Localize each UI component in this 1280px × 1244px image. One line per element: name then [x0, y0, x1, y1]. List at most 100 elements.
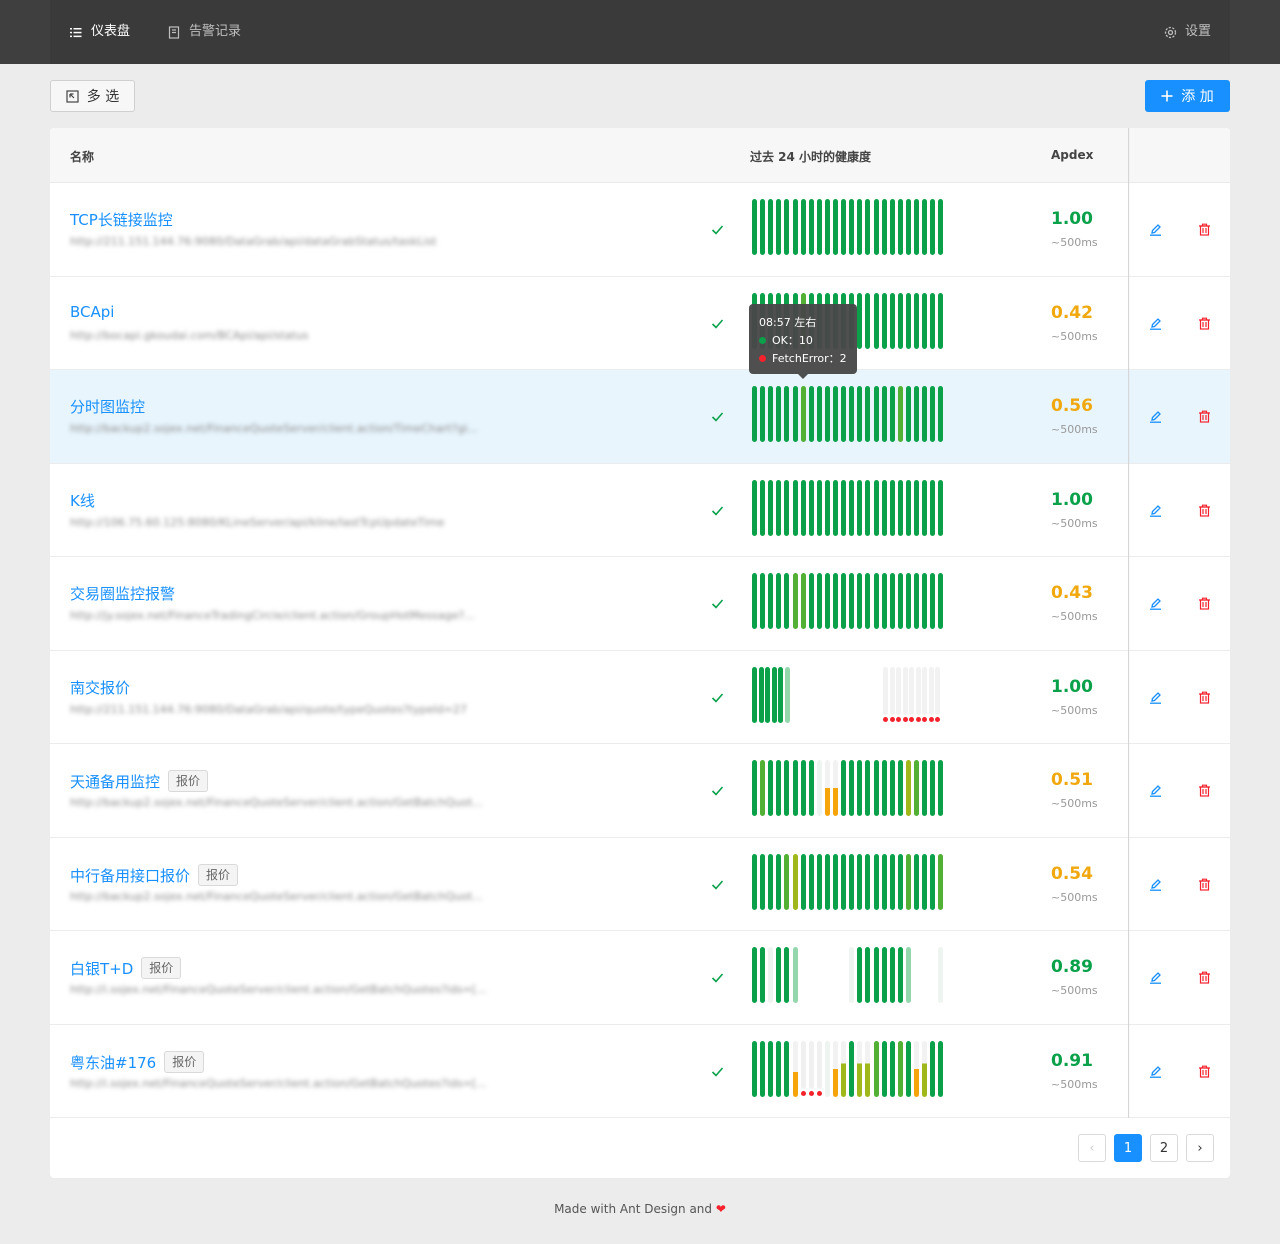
- health-bar[interactable]: [833, 386, 838, 442]
- health-bar[interactable]: [849, 760, 854, 816]
- delete-icon[interactable]: [1198, 878, 1211, 891]
- health-bar[interactable]: [857, 480, 862, 536]
- health-bar[interactable]: [776, 760, 781, 816]
- health-bar[interactable]: [768, 573, 773, 629]
- health-bar[interactable]: [922, 293, 927, 349]
- health-bar[interactable]: [784, 1041, 789, 1097]
- health-bar[interactable]: [849, 1041, 854, 1097]
- health-bar[interactable]: [817, 1041, 822, 1089]
- health-bar[interactable]: [833, 573, 838, 629]
- health-bar[interactable]: [906, 760, 911, 816]
- monitor-name-link[interactable]: TCP长链接监控: [70, 209, 173, 230]
- health-bar[interactable]: [865, 760, 870, 816]
- health-bar[interactable]: [874, 480, 879, 536]
- health-bar[interactable]: [768, 480, 773, 536]
- health-bar[interactable]: [833, 760, 838, 816]
- health-bar[interactable]: [906, 573, 911, 629]
- health-bar[interactable]: [890, 854, 895, 910]
- monitor-name-link[interactable]: K线: [70, 490, 95, 511]
- multi-select-button[interactable]: 多 选: [50, 80, 135, 112]
- health-bar[interactable]: [752, 386, 757, 442]
- health-bar[interactable]: [906, 947, 911, 1003]
- health-bar[interactable]: [801, 854, 806, 910]
- health-bar[interactable]: [898, 760, 903, 816]
- health-bar[interactable]: [765, 667, 770, 723]
- health-bar[interactable]: [882, 293, 887, 349]
- health-bar[interactable]: [883, 667, 888, 715]
- health-bar[interactable]: [922, 573, 927, 629]
- health-bar[interactable]: [857, 947, 862, 1003]
- health-bar[interactable]: [898, 293, 903, 349]
- delete-icon[interactable]: [1198, 223, 1211, 236]
- edit-icon[interactable]: [1149, 691, 1162, 704]
- health-bar[interactable]: [776, 573, 781, 629]
- health-bar[interactable]: [784, 480, 789, 536]
- health-bar[interactable]: [793, 854, 798, 910]
- health-bar[interactable]: [760, 854, 765, 910]
- health-bar[interactable]: [768, 386, 773, 442]
- health-bar[interactable]: [817, 386, 822, 442]
- health-bar[interactable]: [930, 854, 935, 910]
- health-bar[interactable]: [817, 854, 822, 910]
- health-bar[interactable]: [874, 293, 879, 349]
- health-bar[interactable]: [776, 1041, 781, 1097]
- delete-icon[interactable]: [1198, 504, 1211, 517]
- edit-icon[interactable]: [1149, 317, 1162, 330]
- health-bar[interactable]: [784, 854, 789, 910]
- health-bar[interactable]: [930, 760, 935, 816]
- health-bar[interactable]: [874, 199, 879, 255]
- health-bar[interactable]: [849, 573, 854, 629]
- health-bar[interactable]: [776, 386, 781, 442]
- health-bar[interactable]: [914, 293, 919, 349]
- health-bar[interactable]: [857, 293, 862, 349]
- health-bar[interactable]: [882, 573, 887, 629]
- health-bar[interactable]: [938, 199, 943, 255]
- health-bar[interactable]: [752, 667, 757, 723]
- health-bar[interactable]: [930, 293, 935, 349]
- health-bar[interactable]: [825, 760, 830, 816]
- nav-dashboard[interactable]: 仪表盘: [70, 0, 130, 64]
- health-bar[interactable]: [865, 854, 870, 910]
- health-bar[interactable]: [801, 386, 806, 442]
- health-bar[interactable]: [784, 386, 789, 442]
- health-bar[interactable]: [809, 760, 814, 816]
- health-bar[interactable]: [752, 854, 757, 910]
- health-bar[interactable]: [898, 947, 903, 1003]
- health-bar[interactable]: [801, 199, 806, 255]
- health-bar[interactable]: [914, 386, 919, 442]
- health-bar[interactable]: [778, 667, 783, 723]
- health-bar[interactable]: [857, 1041, 862, 1097]
- pagination-page-1[interactable]: 1: [1114, 1134, 1142, 1162]
- health-bar[interactable]: [801, 480, 806, 536]
- health-bar[interactable]: [801, 1041, 806, 1089]
- pagination-page-2[interactable]: 2: [1150, 1134, 1178, 1162]
- health-bar[interactable]: [760, 1041, 765, 1097]
- health-bar[interactable]: [776, 947, 781, 1003]
- health-bar[interactable]: [752, 760, 757, 816]
- nav-settings[interactable]: 设置: [1164, 0, 1211, 64]
- delete-icon[interactable]: [1198, 410, 1211, 423]
- health-bar[interactable]: [914, 573, 919, 629]
- health-bar[interactable]: [930, 386, 935, 442]
- health-bar[interactable]: [793, 386, 798, 442]
- edit-icon[interactable]: [1149, 504, 1162, 517]
- health-bar[interactable]: [906, 293, 911, 349]
- health-bar[interactable]: [793, 480, 798, 536]
- health-bar[interactable]: [874, 760, 879, 816]
- health-bar[interactable]: [768, 947, 773, 1003]
- health-bar[interactable]: [768, 854, 773, 910]
- health-bar[interactable]: [841, 1041, 846, 1097]
- health-bar[interactable]: [898, 386, 903, 442]
- health-bar[interactable]: [809, 386, 814, 442]
- health-bar[interactable]: [874, 947, 879, 1003]
- health-bar[interactable]: [890, 667, 895, 715]
- health-bar[interactable]: [793, 1041, 798, 1097]
- add-button[interactable]: 添 加: [1145, 80, 1230, 112]
- health-bar[interactable]: [752, 1041, 757, 1097]
- health-bar[interactable]: [865, 947, 870, 1003]
- health-bar[interactable]: [752, 573, 757, 629]
- health-bar[interactable]: [776, 199, 781, 255]
- health-bar[interactable]: [825, 573, 830, 629]
- health-bar[interactable]: [874, 573, 879, 629]
- monitor-name-link[interactable]: 白银T+D 报价: [70, 957, 182, 979]
